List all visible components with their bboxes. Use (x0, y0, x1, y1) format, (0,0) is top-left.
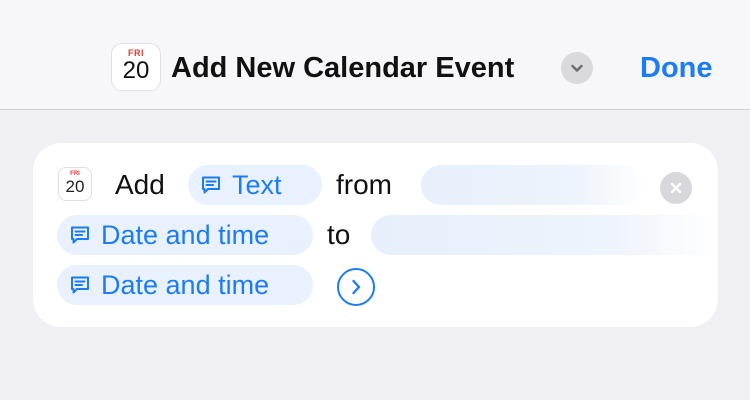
chevron-right-circle-icon (352, 279, 361, 295)
text-bubble-icon (71, 226, 89, 244)
calendar-app-icon: FRI 20 (112, 44, 160, 90)
location-field[interactable] (371, 215, 718, 255)
navigation-bar: FRI 20 Add New Calendar Event Done (0, 0, 750, 110)
calendar-icon-day: 20 (122, 57, 150, 84)
calendar-field[interactable] (421, 165, 646, 205)
clear-button[interactable] (660, 172, 692, 204)
calendar-action-icon: FRI 20 (59, 168, 91, 200)
action-icon-day: 20 (65, 177, 85, 196)
start-date-token-label: Date and time (101, 219, 270, 250)
to-word: to (327, 219, 351, 250)
event-title-token-label: Text (232, 169, 282, 200)
from-word: from (336, 169, 392, 200)
text-bubble-icon (71, 276, 89, 294)
start-date-token[interactable]: Date and time (57, 215, 313, 255)
clear-icon (670, 182, 682, 194)
expand-options-button[interactable] (337, 268, 375, 306)
page-title: Add New Calendar Event (171, 52, 515, 84)
chevron-down-icon (571, 64, 583, 72)
add-calendar-event-action: FRI 20 Add Text from Date and time to Da… (33, 143, 718, 327)
end-date-token[interactable]: Date and time (57, 265, 313, 305)
text-bubble-icon (202, 176, 220, 194)
event-title-token[interactable]: Text (188, 165, 322, 205)
title-menu-button[interactable] (561, 52, 593, 84)
add-verb: Add (115, 169, 165, 200)
end-date-token-label: Date and time (101, 269, 270, 300)
done-button[interactable]: Done (640, 48, 713, 88)
